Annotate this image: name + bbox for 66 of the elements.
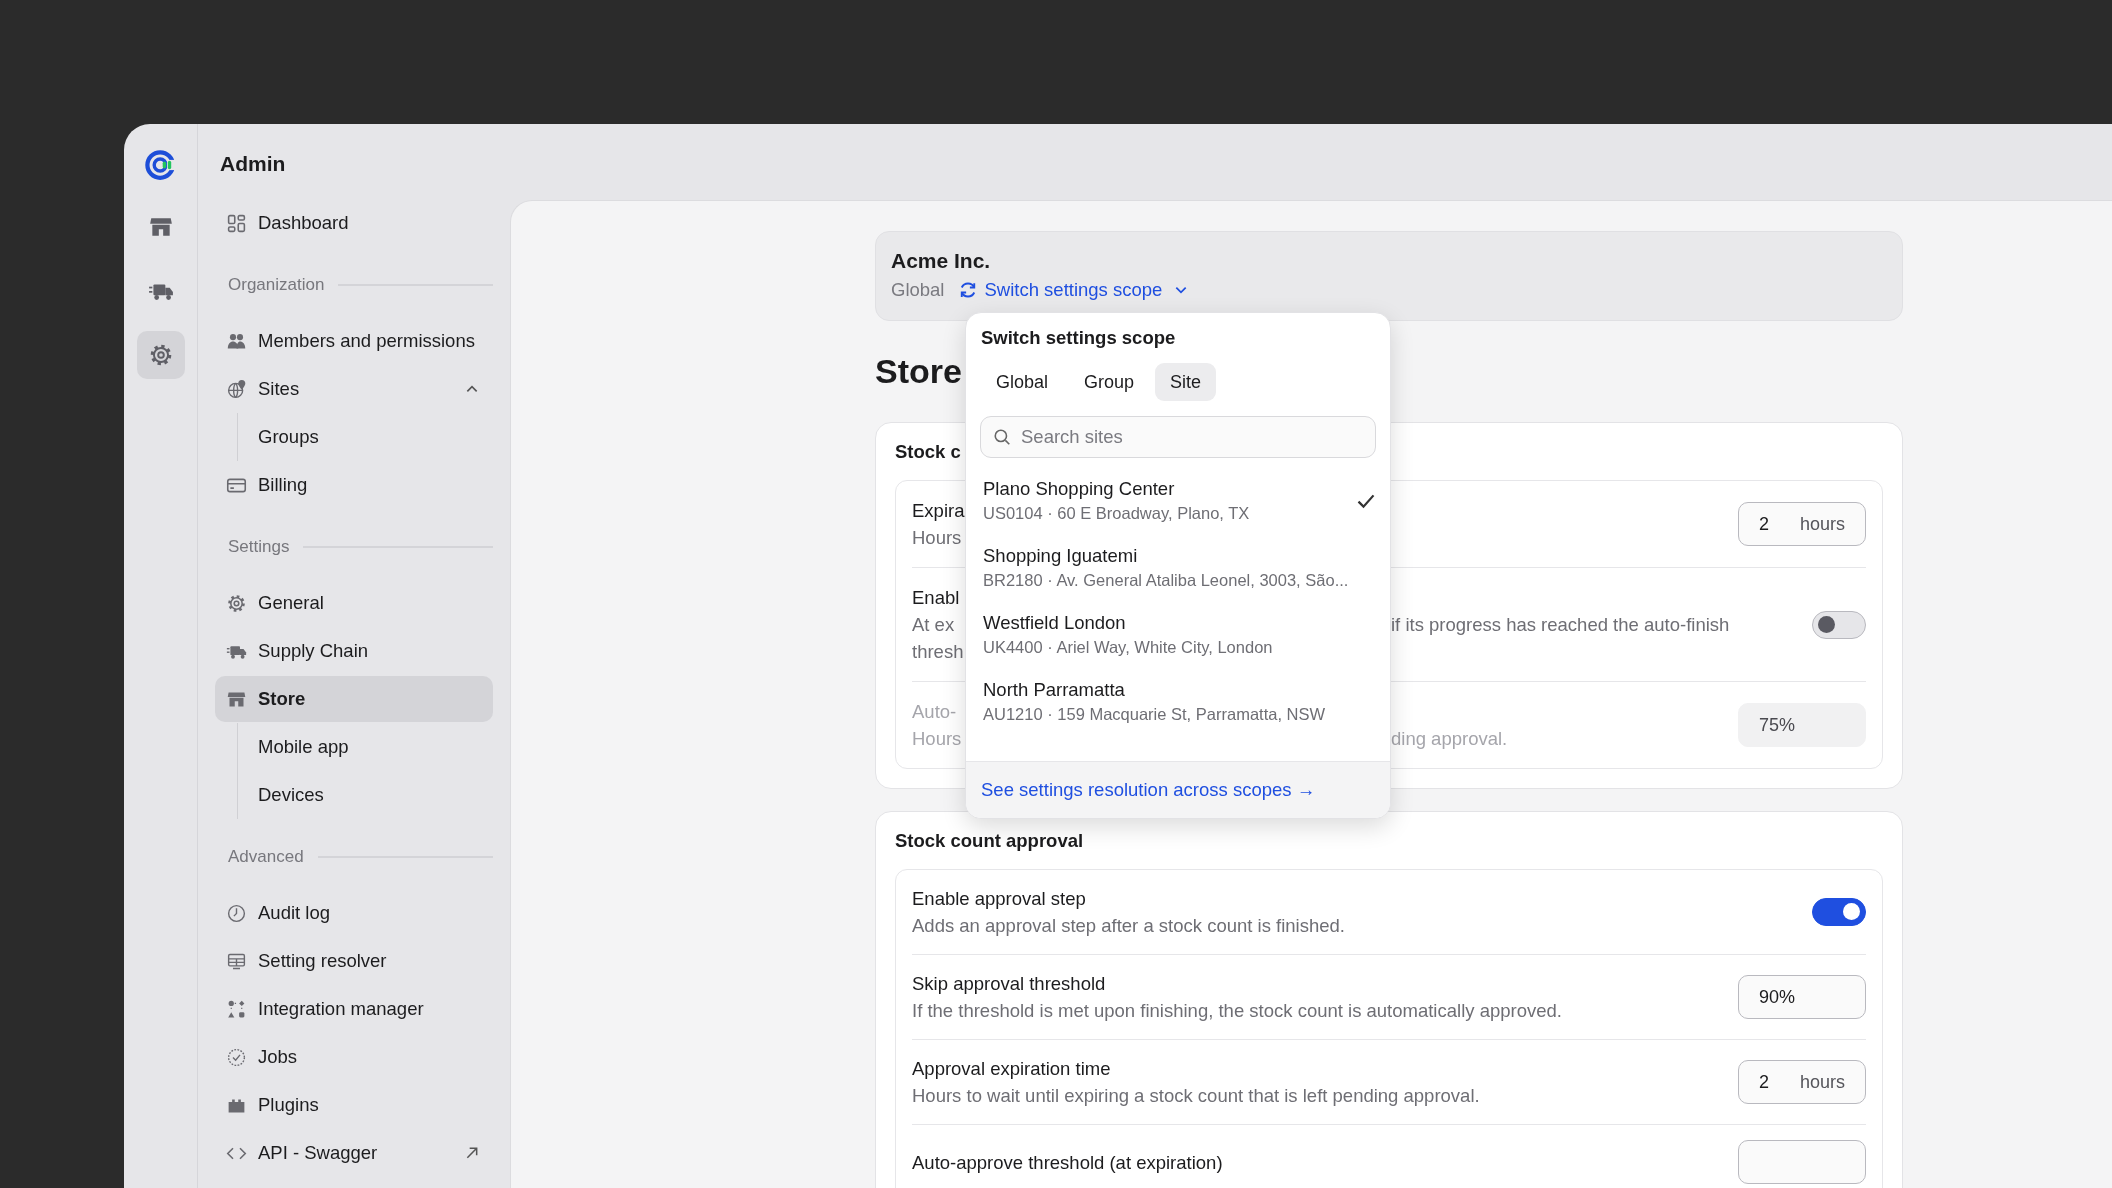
nav-item[interactable]: Store (215, 676, 493, 722)
scope-tab[interactable]: Global (981, 363, 1064, 401)
nav-item[interactable]: Supply Chain (215, 627, 493, 675)
setting-description: Hours to wait until expiring a stock count that is left pending approval. (912, 1084, 1481, 1108)
nav-item[interactable]: Integration manager (215, 985, 493, 1033)
scope-tab[interactable]: Site (1155, 363, 1217, 401)
dashboard-icon (226, 212, 247, 234)
rail-button[interactable] (136, 331, 185, 379)
nav-item[interactable]: Sites (215, 365, 493, 413)
logo-icon (143, 148, 178, 182)
site-option[interactable]: Plano Shopping Center US0104 · 60 E Broadway, Plano, TX (966, 468, 1390, 535)
shapes-icon (226, 998, 247, 1020)
settings-icon (226, 592, 247, 614)
setting-description: If the threshold is met upon finishing, the stock count is automatically approved. (912, 999, 1563, 1023)
nav-item[interactable]: Devices (238, 771, 493, 819)
setting-text: Hours (912, 527, 962, 548)
setting-text: At ex (912, 614, 955, 635)
clock-icon (226, 902, 247, 924)
nav-item[interactable]: Setting resolver (215, 937, 493, 985)
setting-text: Hours (912, 728, 962, 749)
nav-item[interactable]: Groups (238, 413, 493, 461)
setting-text: if its progress has reached the auto-finish (1391, 613, 1730, 637)
sidebar-title: Admin (220, 151, 287, 177)
setting-text: Auto- (912, 701, 957, 722)
nav-item[interactable]: Plugins (215, 1081, 493, 1129)
organization-name: Acme Inc. (891, 248, 992, 274)
setting-text: Enabl (912, 587, 960, 608)
setting-text: Expira (912, 500, 965, 521)
site-option[interactable]: Shopping Iguatemi BR2180 · Av. General Ataliba Leonel, 3003, São... (966, 535, 1390, 602)
input-field[interactable]: 2 hours (1738, 502, 1866, 546)
nav-item[interactable]: Jobs (215, 1033, 493, 1081)
section-heading: Advanced (228, 847, 304, 867)
page-title: Store (875, 351, 962, 392)
toggle-switch[interactable] (1812, 898, 1866, 926)
search-field[interactable]: Search sites (980, 416, 1376, 458)
scope-tab[interactable]: Group (1069, 363, 1150, 401)
section-heading: Organization (228, 275, 325, 295)
nav-item[interactable]: API - Swagger (215, 1129, 493, 1177)
setting-description: Adds an approval step after a stock count is finished. (912, 914, 1346, 938)
section-heading: Settings (228, 537, 290, 557)
input-field[interactable] (1738, 1140, 1866, 1184)
card-title: Stock c (895, 440, 961, 464)
site-option[interactable]: Westfield London UK4400 · Ariel Way, White City, London (966, 602, 1390, 669)
setting-title: Auto-approve threshold (at expiration) (912, 1150, 1224, 1175)
toggle-switch[interactable] (1812, 610, 1866, 639)
input-field[interactable]: 2 hours (1738, 1060, 1866, 1104)
input-field[interactable]: 90% (1738, 975, 1866, 1019)
current-scope: Global (891, 278, 945, 302)
nav-item[interactable]: Dashboard (215, 199, 493, 247)
globe-pin-icon (226, 378, 247, 400)
check-circle-icon (226, 1046, 247, 1068)
search-icon (993, 428, 1011, 446)
nav-item[interactable]: Audit log (215, 889, 493, 937)
menu-title: Switch settings scope (980, 326, 1177, 350)
nav-item[interactable]: Billing (215, 461, 493, 509)
nav-item[interactable]: Mobile app (238, 723, 493, 771)
setting-text: ding approval. (1391, 727, 1508, 751)
site-option[interactable]: North Parramatta AU1210 · 159 Macquarie St, Parramatta, NSW (966, 669, 1390, 736)
switch-scope-link[interactable]: Switch settings scope (958, 276, 1189, 304)
setting-text: thresh (912, 641, 964, 662)
nav-item[interactable]: Members and permissions (215, 317, 493, 365)
setting-title: Enable approval step (912, 887, 1087, 911)
nav-item[interactable]: General (215, 579, 493, 627)
card-title: Stock count approval (895, 829, 1084, 853)
setting-title: Skip approval threshold (912, 972, 1107, 996)
setting-title: Approval expiration time (912, 1057, 1112, 1081)
